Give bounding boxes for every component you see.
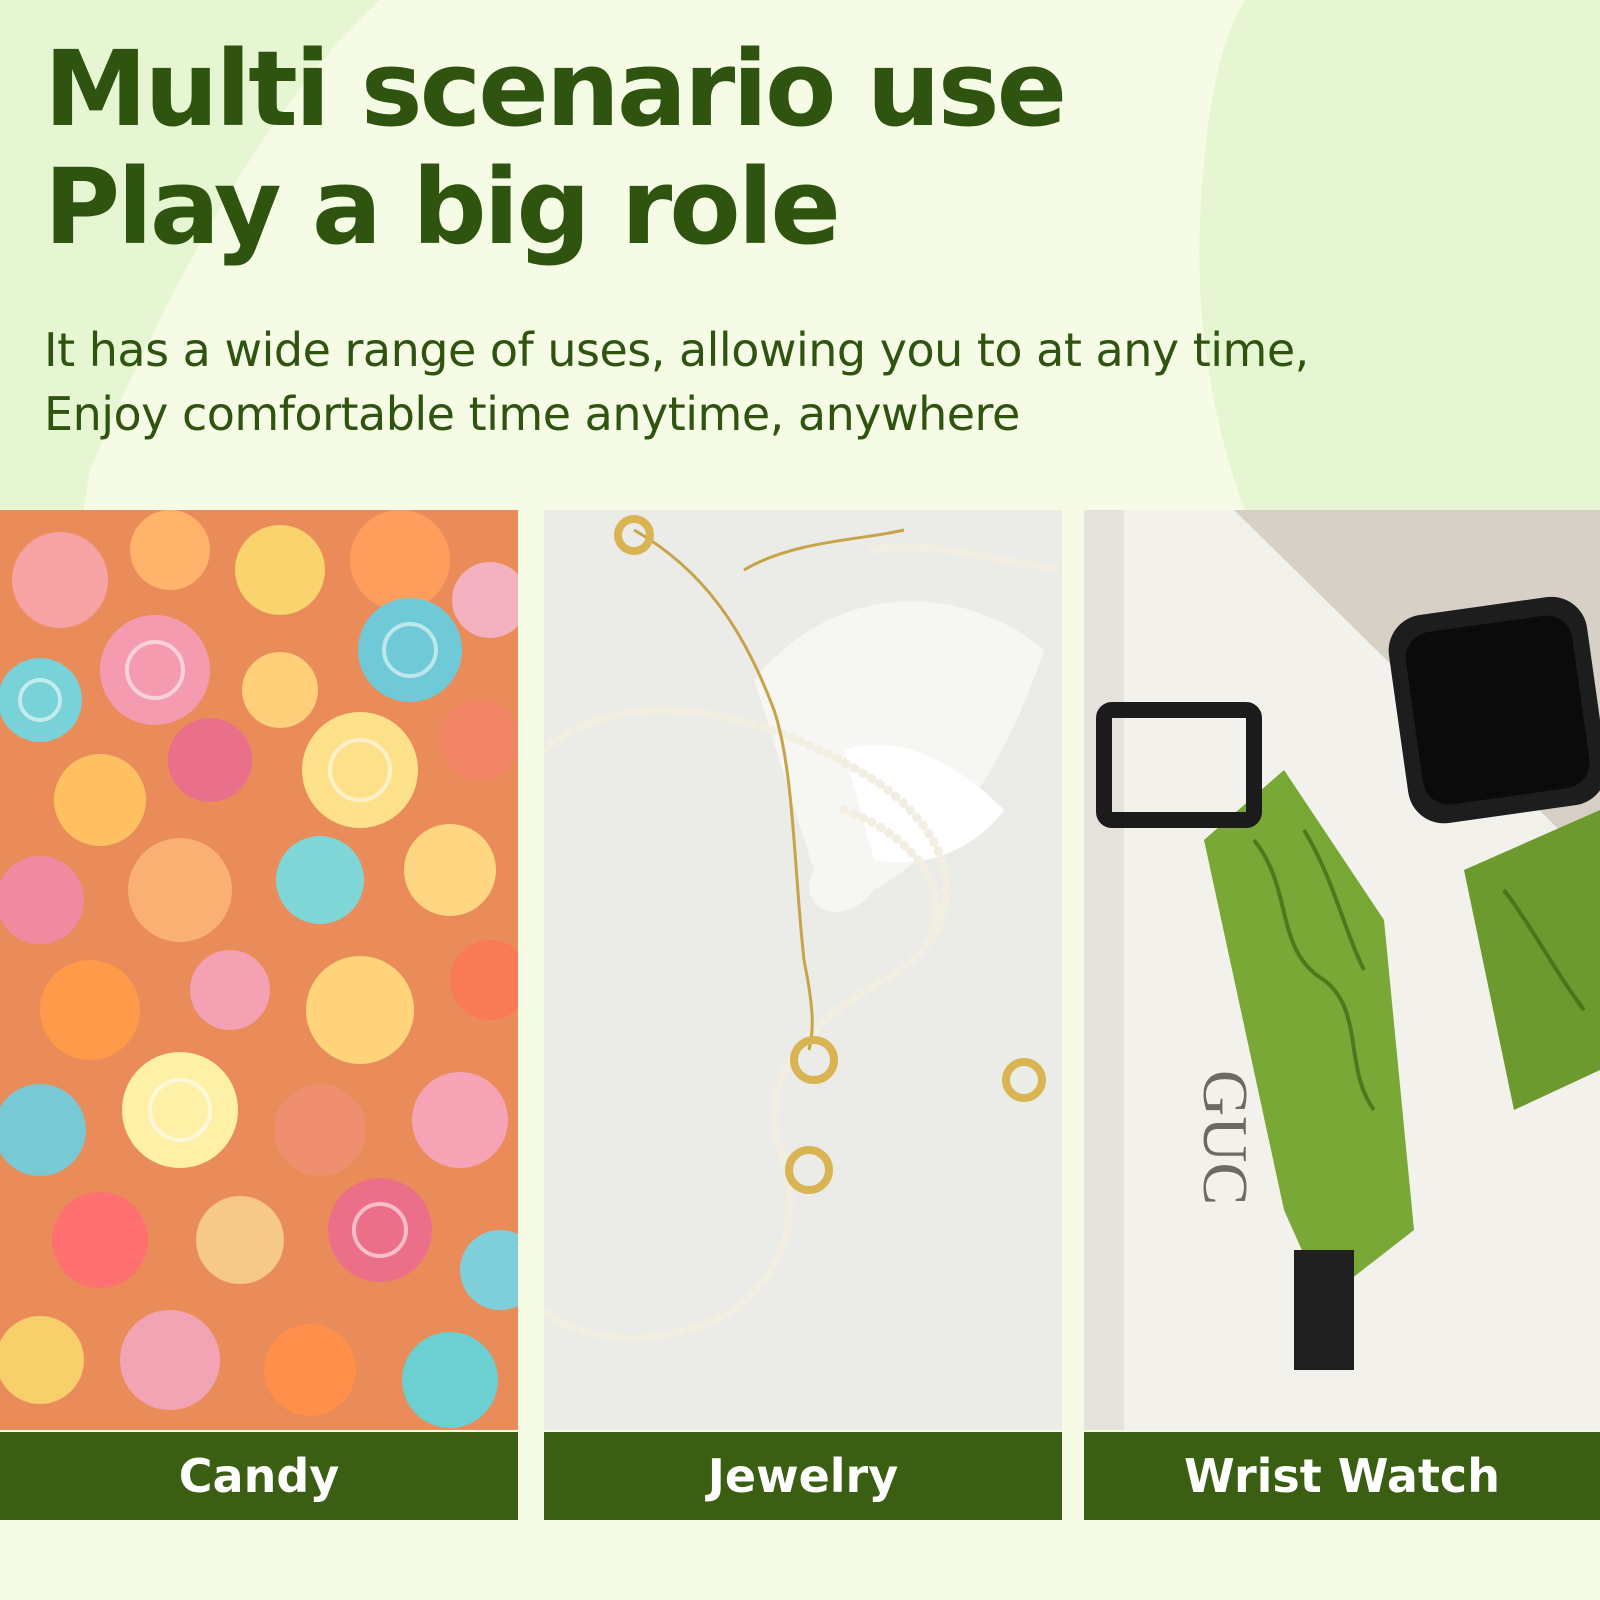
candy-image — [0, 510, 518, 1430]
scenario-label-jewelry: Jewelry — [544, 1432, 1062, 1520]
wrist-watch-image: GUC — [1084, 510, 1600, 1430]
scenario-label-wrist-watch: Wrist Watch — [1084, 1432, 1600, 1520]
headline-line-2: Play a big role — [44, 146, 841, 268]
headline: Multi scenario use Play a big role — [44, 28, 1067, 268]
jewelry-image — [544, 510, 1062, 1430]
scenario-card-wrist-watch: GUC Wrist Watch — [1084, 510, 1600, 1520]
scenario-card-jewelry: Jewelry — [544, 510, 1062, 1520]
headline-line-1: Multi scenario use — [44, 28, 1067, 150]
svg-text:GUC: GUC — [1190, 1070, 1261, 1205]
subtitle-line-1: It has a wide range of uses, allowing yo… — [44, 323, 1309, 377]
subtitle-line-2: Enjoy comfortable time anytime, anywhere — [44, 387, 1020, 441]
subtitle: It has a wide range of uses, allowing yo… — [44, 318, 1309, 446]
scenario-card-candy: Candy — [0, 510, 518, 1520]
scenario-label-candy: Candy — [0, 1432, 518, 1520]
